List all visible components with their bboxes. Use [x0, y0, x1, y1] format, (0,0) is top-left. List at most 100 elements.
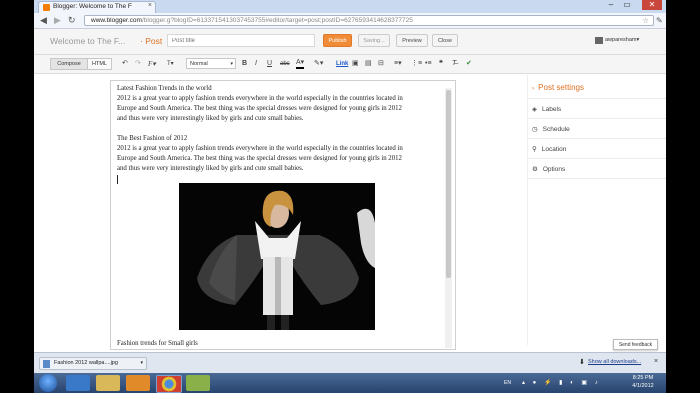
numbered-list-icon[interactable]: ⋮≡ [411, 59, 422, 69]
close-window-button[interactable]: ✕ [642, 0, 662, 10]
bold-icon[interactable]: B [242, 59, 247, 69]
settings-item-label: Options [542, 166, 566, 173]
post-paragraph-line: and thus were very interestingly liked b… [117, 115, 304, 122]
clock-icon: ◷ [532, 126, 538, 133]
post-title-input[interactable] [167, 34, 315, 47]
format-select-value: Normal [190, 61, 208, 67]
address-row: ◀ ▶ ↻ www.blogger.com/blogger.g?blogID=6… [34, 13, 666, 29]
media-player-icon[interactable] [126, 375, 150, 391]
italic-icon[interactable]: I [255, 59, 257, 69]
tab-close-icon[interactable]: × [148, 2, 152, 9]
font-size-icon[interactable]: T▾ [167, 59, 174, 69]
download-item[interactable]: Fashion 2012 wallpa....jpg ▾ [39, 357, 147, 370]
start-button[interactable] [39, 374, 57, 392]
send-feedback-button[interactable]: Send feedback [613, 339, 658, 350]
text-cursor [117, 175, 118, 184]
font-family-icon[interactable]: F▾ [148, 59, 156, 69]
blogger-header: Welcome to The F... · Post Publish Savin… [34, 29, 666, 55]
close-shelf-icon[interactable]: × [654, 358, 658, 365]
post-body[interactable]: Latest Fashion Trends in the world 2012 … [117, 84, 439, 174]
redo-icon[interactable]: ↷ [135, 59, 141, 69]
divider [528, 178, 666, 179]
fashion-photo-svg [179, 183, 375, 330]
windows-taskbar: EN ▴ ● ⚡ ▮ ◐ ▣ ♪ 8:25 PM 4/1/2012 [34, 373, 666, 393]
browser-tab[interactable]: Blogger: Welcome to The F × [38, 1, 156, 13]
ie-icon[interactable] [66, 375, 90, 391]
gear-icon: ⚙ [532, 166, 538, 173]
text-color-icon[interactable]: A▾ [296, 59, 305, 69]
settings-item-label: Schedule [542, 126, 570, 133]
back-icon[interactable]: ◀ [40, 15, 47, 26]
image-file-icon [43, 360, 50, 368]
link-button[interactable]: Link [336, 59, 348, 69]
tab-strip: Blogger: Welcome to The F × – ▭ ✕ [34, 0, 666, 13]
remove-formatting-icon[interactable]: T̶ [452, 59, 456, 69]
language-indicator[interactable]: EN [504, 380, 511, 386]
saving-button[interactable]: Saving... [358, 34, 390, 47]
post-heading: The Best Fashion of 2012 [117, 135, 188, 142]
tray-icons[interactable]: ▴ ● ⚡ ▮ ◐ ▣ ♪ [522, 379, 601, 386]
post-settings-panel [527, 75, 666, 345]
settings-item-label: Location [541, 146, 567, 153]
pin-icon: ⚲ [532, 146, 537, 153]
strikethrough-icon[interactable]: abc [280, 59, 290, 69]
post-heading: Latest Fashion Trends in the world [117, 85, 212, 92]
explorer-icon[interactable] [96, 375, 120, 391]
minimize-button[interactable]: – [604, 0, 618, 10]
bookmark-star-icon[interactable]: ☆ [642, 16, 649, 25]
browser-window: Blogger: Welcome to The F × – ▭ ✕ ◀ ▶ ↻ … [34, 0, 666, 393]
publish-button[interactable]: Publish [323, 34, 352, 47]
undo-icon[interactable]: ↶ [122, 59, 128, 69]
tag-icon: ◈ [532, 106, 537, 113]
reload-icon[interactable]: ↻ [68, 15, 76, 26]
highlight-color-icon[interactable]: ✎▾ [314, 59, 323, 69]
show-all-downloads-link[interactable]: Show all downloads... [588, 359, 641, 365]
divider [528, 98, 666, 99]
clock[interactable]: 8:25 PM 4/1/2012 [628, 375, 658, 390]
quote-icon[interactable]: ❝ [439, 59, 443, 69]
maximize-button[interactable]: ▭ [620, 0, 634, 10]
preview-button[interactable]: Preview [396, 34, 428, 47]
post-closing-line: Fashion trends for Small girls [117, 340, 198, 347]
format-select[interactable]: Normal ▾ [186, 58, 236, 69]
chrome-icon[interactable] [156, 375, 182, 393]
post-paragraph-line: Europe and South America. The best thing… [117, 155, 402, 162]
chevron-down-icon[interactable]: ▾ [140, 360, 143, 366]
clock-time: 8:25 PM [632, 375, 654, 381]
tab-html[interactable]: HTML [88, 58, 112, 70]
wrench-icon[interactable]: ✎ [656, 15, 663, 26]
align-icon[interactable]: ≡▾ [394, 59, 402, 69]
spellcheck-icon[interactable]: ✔ [466, 59, 472, 69]
account-menu[interactable]: awparesham▾ [605, 37, 639, 43]
bullet-list-icon[interactable]: •≡ [425, 59, 432, 69]
post-settings-title: › Post settings [532, 83, 584, 92]
divider [528, 138, 666, 139]
photo-viewer-icon[interactable] [186, 375, 210, 391]
settings-schedule[interactable]: ◷ Schedule [532, 125, 570, 133]
tab-compose[interactable]: Compose [50, 58, 88, 70]
video-icon[interactable]: ▤ [365, 59, 372, 69]
fashion-photo[interactable] [179, 183, 375, 330]
post-paragraph-line: 2012 is a great year to apply fashion tr… [117, 145, 403, 152]
divider [528, 118, 666, 119]
divider [528, 158, 666, 159]
tab-title: Blogger: Welcome to The F [53, 3, 132, 10]
settings-options[interactable]: ⚙ Options [532, 165, 565, 173]
settings-labels[interactable]: ◈ Labels [532, 105, 561, 113]
editor-scrollbar[interactable] [445, 88, 452, 348]
scrollbar-thumb[interactable] [446, 90, 451, 278]
underline-icon[interactable]: U [267, 59, 272, 69]
address-bar[interactable]: www.blogger.com/blogger.g?blogID=6133715… [84, 15, 654, 26]
post-paragraph-line: Europe and South America. The best thing… [117, 105, 402, 112]
image-icon[interactable]: ▣ [352, 59, 359, 69]
close-button[interactable]: Close [432, 34, 458, 47]
forward-icon[interactable]: ▶ [54, 15, 61, 26]
download-arrow-icon: ⬇ [579, 359, 585, 366]
post-paragraph-line: and thus were very interestingly liked b… [117, 165, 304, 172]
post-paragraph-line: 2012 is a great year to apply fashion tr… [117, 95, 403, 102]
settings-item-label: Labels [542, 106, 562, 113]
blog-name[interactable]: Welcome to The F... [50, 36, 125, 46]
avatar[interactable] [595, 37, 603, 44]
jump-break-icon[interactable]: ⊟ [378, 59, 384, 69]
settings-location[interactable]: ⚲ Location [532, 145, 566, 153]
